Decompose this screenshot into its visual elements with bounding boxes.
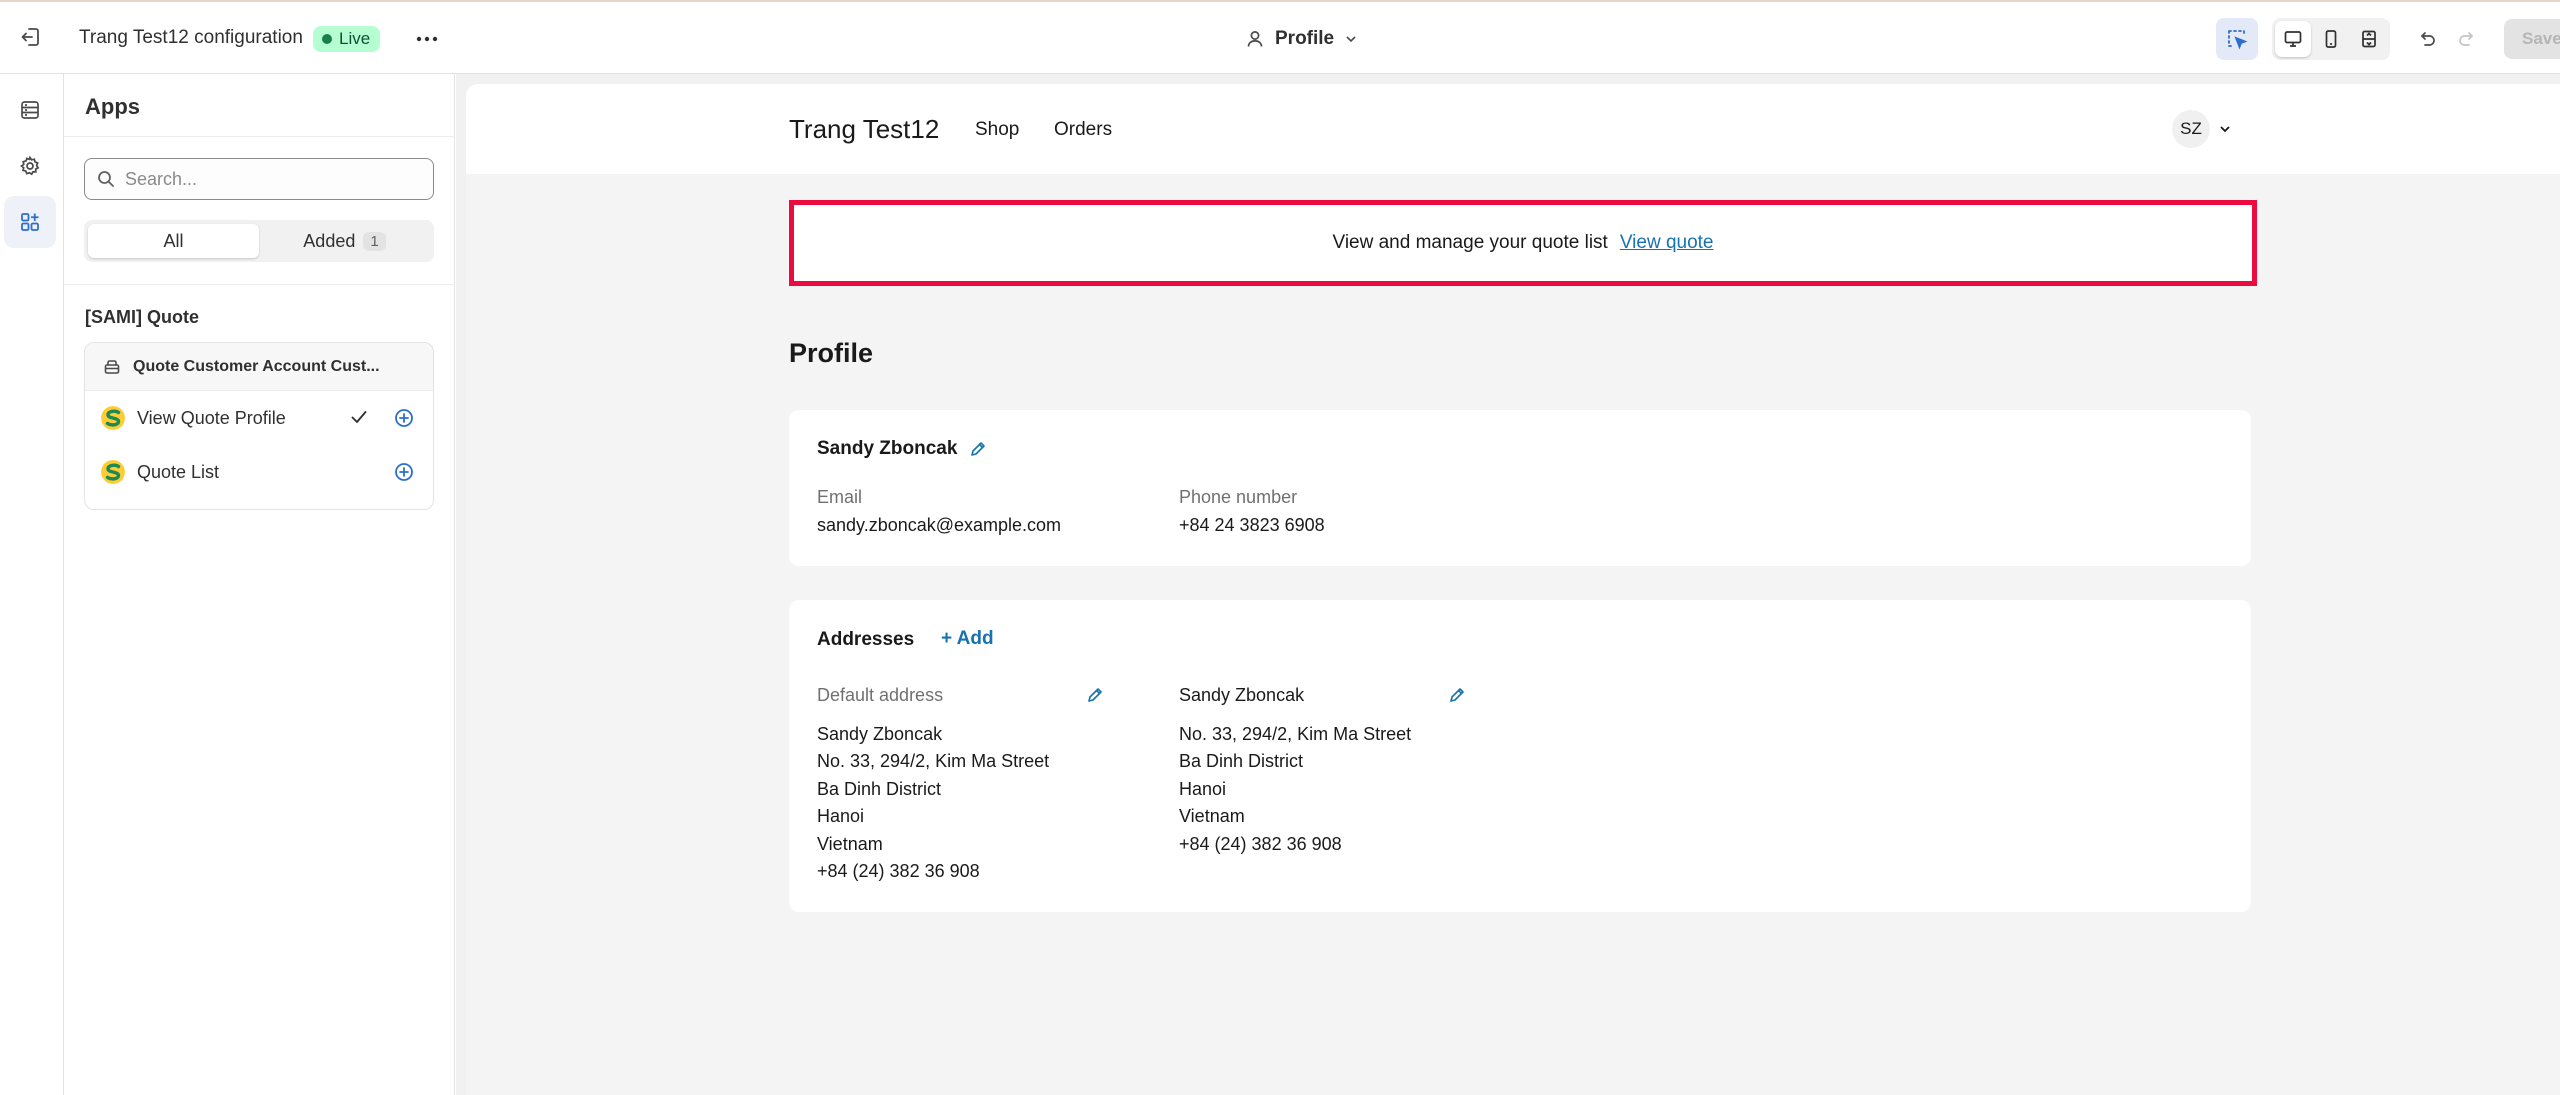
live-label: Live — [339, 29, 371, 48]
address-line: Sandy Zboncak — [817, 724, 943, 744]
desktop-icon[interactable] — [2275, 21, 2311, 57]
address-line: Ba Dinh District — [1179, 751, 1304, 772]
app-block-row[interactable]: Quote List — [85, 445, 433, 499]
address-line: Vietnam — [1179, 806, 1245, 827]
addresses-card: Addresses + Add Default address Sandy Zb… — [789, 600, 2251, 912]
filter-added-label: Added — [303, 230, 356, 251]
app-block-row[interactable]: View Quote Profile — [85, 391, 433, 445]
address-line: +84 (24) 382 36 908 — [817, 861, 980, 882]
plus-circle-icon[interactable] — [393, 461, 415, 483]
filter-all-tab[interactable]: All — [88, 224, 259, 258]
page-title: Profile — [789, 338, 874, 368]
live-dot — [322, 34, 332, 44]
chevron-down-icon — [2220, 126, 2230, 133]
block-label: View Quote Profile — [137, 407, 286, 428]
phone-value: +84 24 3823 6908 — [1179, 515, 1325, 535]
app-block-icon — [104, 359, 120, 374]
add-address-button[interactable]: + Add — [941, 628, 994, 650]
more-horizontal-icon[interactable] — [410, 24, 444, 54]
pencil-icon[interactable] — [967, 438, 989, 460]
block-label: Quote List — [137, 461, 220, 482]
default-address-label: Default address — [817, 685, 944, 705]
app-card: Quote Customer Account Cust... View Quot… — [84, 342, 434, 510]
app-name: Quote Customer Account Cust... — [133, 357, 380, 375]
search-box — [84, 158, 434, 200]
address-line: Hanoi — [817, 806, 865, 827]
gear-icon[interactable] — [4, 140, 56, 192]
preview-canvas: Trang Test12 Shop Orders SZ View and man… — [466, 84, 2560, 1095]
address-line: Vietnam — [817, 833, 883, 854]
avatar: SZ — [2172, 110, 2210, 148]
app-card-header: Quote Customer Account Cust... — [85, 343, 433, 391]
apps-icon[interactable] — [4, 196, 56, 248]
nav-link-shop[interactable]: Shop — [975, 119, 1019, 141]
filter-segmented-control: All Added 1 — [84, 220, 434, 262]
quote-banner-text: View and manage your quote list — [1332, 232, 1608, 253]
store-header: Trang Test12 Shop Orders SZ — [466, 84, 2560, 174]
app-logo-icon — [101, 460, 125, 484]
save-button[interactable]: Save — [2504, 19, 2560, 59]
second-address-name: Sandy Zboncak — [1179, 685, 1305, 705]
chevron-down-icon — [1346, 36, 1356, 43]
search-input[interactable] — [125, 168, 415, 190]
view-quote-link[interactable]: View quote — [1620, 232, 1714, 254]
account-menu[interactable]: SZ — [2172, 110, 2232, 148]
phone-label: Phone number — [1179, 487, 1298, 507]
app-logo-icon — [101, 406, 125, 430]
live-badge: Live — [313, 26, 381, 52]
mobile-icon[interactable] — [2313, 21, 2349, 57]
pencil-icon[interactable] — [1446, 684, 1468, 706]
full-width-icon[interactable] — [2351, 21, 2387, 57]
panel-title: Apps — [85, 94, 140, 119]
redo-icon[interactable] — [2450, 18, 2484, 60]
address-line: +84 (24) 382 36 908 — [1179, 833, 1342, 854]
addresses-title: Addresses — [817, 629, 915, 650]
theme-title: Trang Test12 configuration — [79, 27, 303, 48]
added-count-badge: 1 — [363, 231, 386, 251]
email-label: Email — [817, 487, 863, 507]
email-value: sandy.zboncak@example.com — [817, 515, 1062, 535]
undo-icon[interactable] — [2410, 18, 2444, 60]
quote-banner[interactable]: View and manage your quote list View quo… — [789, 200, 2257, 286]
editor-rail — [0, 74, 64, 1095]
panel-divider — [64, 136, 455, 137]
element-select-icon[interactable] — [2216, 18, 2258, 60]
address-line: Ba Dinh District — [817, 778, 942, 799]
address-line: No. 33, 294/2, Kim Ma Street — [817, 751, 1050, 772]
viewport-toggle — [2272, 18, 2390, 60]
default-address-lines: Sandy Zboncak No. 33, 294/2, Kim Ma Stre… — [817, 721, 1049, 885]
editor-topbar: Trang Test12 configuration Live Profile … — [0, 0, 2560, 74]
address-line: Hanoi — [1179, 778, 1227, 799]
exit-icon[interactable] — [16, 22, 46, 52]
app-group-title: [SAMI] Quote — [85, 307, 199, 327]
filter-all-label: All — [163, 230, 184, 251]
customer-name: Sandy Zboncak — [817, 438, 958, 459]
search-icon — [98, 171, 114, 187]
second-address-lines: No. 33, 294/2, Kim Ma Street Ba Dinh Dis… — [1179, 721, 1411, 858]
panel-divider — [64, 284, 455, 285]
pencil-icon[interactable] — [1084, 684, 1106, 706]
person-icon — [1247, 31, 1263, 47]
address-line: No. 33, 294/2, Kim Ma Street — [1179, 724, 1412, 744]
nav-link-orders[interactable]: Orders — [1054, 119, 1112, 141]
plus-circle-icon[interactable] — [393, 407, 415, 429]
filter-added-tab[interactable]: Added 1 — [259, 224, 430, 258]
profile-card: Sandy Zboncak Email sandy.zboncak@exampl… — [789, 410, 2251, 566]
template-selector[interactable]: Profile — [1245, 24, 1358, 54]
sections-icon[interactable] — [4, 84, 56, 136]
apps-panel: Apps All Added 1 [SAMI] Quote Quote Custo… — [64, 74, 455, 1095]
template-name: Profile — [1275, 28, 1335, 49]
store-name[interactable]: Trang Test12 — [789, 114, 939, 145]
checkmark-icon — [351, 411, 367, 423]
